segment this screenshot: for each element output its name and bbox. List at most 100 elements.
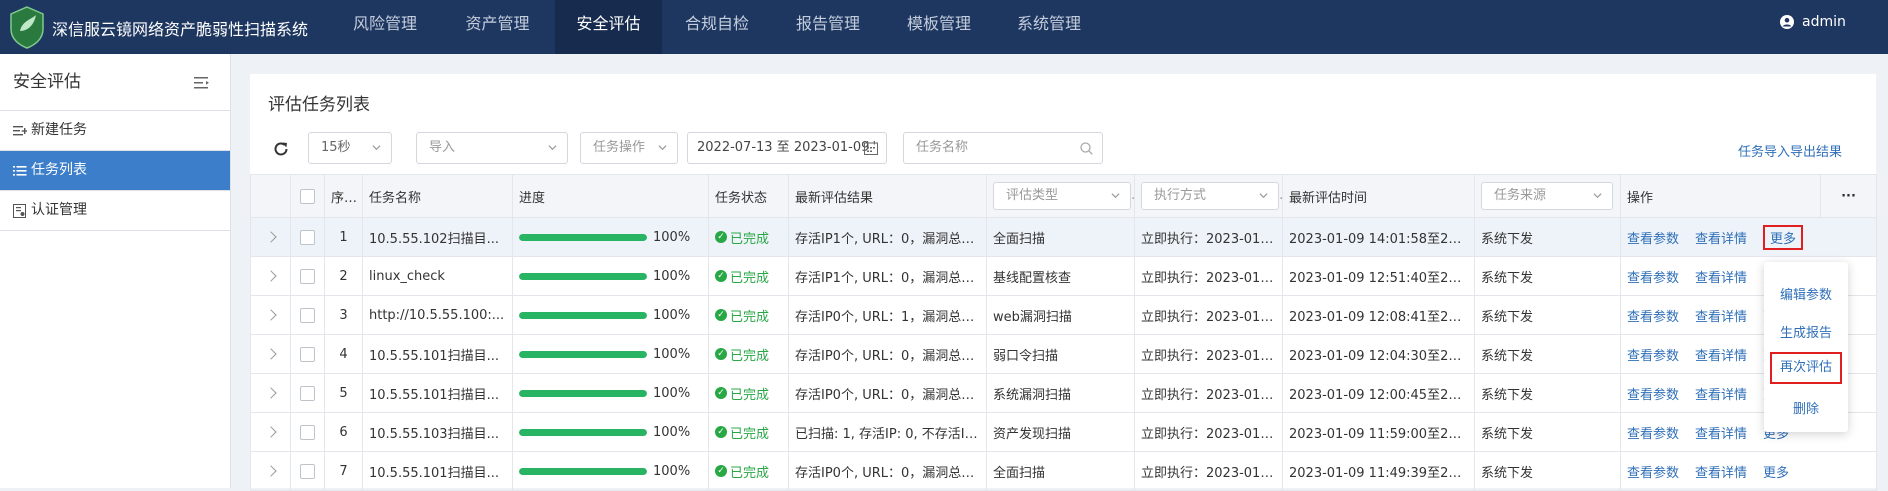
expand-row-toggle[interactable] [250, 334, 291, 374]
date-range-picker[interactable]: 2022-07-13 至 2023-01-09 [687, 132, 887, 164]
app-title: 深信服云镜网络资产脆弱性扫描系统 [52, 20, 309, 39]
table-row[interactable]: 6 10.5.55.103扫描目... 100% ✓ 已完成 已扫描: 1, 存活IP: … [250, 412, 1877, 452]
task-source-filter[interactable]: 任务来源 [1481, 182, 1613, 210]
assessment-type: 系统漏洞扫描 [986, 373, 1135, 413]
row-checkbox[interactable] [290, 334, 325, 374]
task-name: 10.5.55.101扫描目... [362, 451, 513, 491]
view-params-link[interactable]: 查看参数 [1627, 466, 1679, 481]
row-checkbox[interactable] [290, 217, 325, 257]
row-no: 5 [324, 373, 363, 413]
view-details-link[interactable]: 查看详情 [1695, 310, 1747, 325]
top-navigation-bar: 深信服云镜网络资产脆弱性扫描系统 风险管理 资产管理 安全评估 合规自检 报告管… [0, 0, 1888, 54]
table-row[interactable]: 7 10.5.55.101扫描目... 100% ✓ 已完成 存活IP0个, URL：0，… [250, 451, 1877, 491]
menu-item-delete[interactable]: 删除 [1764, 398, 1848, 417]
row-checkbox[interactable] [290, 373, 325, 413]
row-checkbox[interactable] [290, 412, 325, 452]
menu-item-edit-params[interactable]: 编辑参数 [1764, 284, 1848, 303]
sidebar-item-task-list[interactable]: 任务列表 [0, 151, 230, 191]
nav-risk-management[interactable]: 风险管理 [330, 0, 440, 54]
view-details-link[interactable]: 查看详情 [1695, 388, 1747, 403]
task-source: 系统下发 [1474, 373, 1621, 413]
task-table: 序号 任务名称 进度 任务状态 最新评估结果 评估类型 执行方式 最新评估时间 … [250, 174, 1877, 491]
sidebar-item-label: 新建任务 [31, 122, 87, 138]
task-name-search[interactable]: 任务名称 [903, 132, 1103, 164]
view-details-link[interactable]: 查看详情 [1695, 466, 1747, 481]
nav-security-assessment[interactable]: 安全评估 [555, 0, 662, 54]
refresh-interval-select[interactable]: 15秒 [308, 132, 392, 164]
menu-item-generate-report[interactable]: 生成报告 [1764, 322, 1848, 341]
view-params-link[interactable]: 查看参数 [1627, 310, 1679, 325]
view-params-link[interactable]: 查看参数 [1627, 271, 1679, 286]
check-circle-icon: ✓ [715, 270, 727, 282]
progress-bar [519, 467, 647, 475]
view-params-link[interactable]: 查看参数 [1627, 349, 1679, 364]
check-circle-icon: ✓ [715, 387, 727, 399]
expand-row-toggle[interactable] [250, 451, 291, 491]
task-name: 10.5.55.101扫描目... [362, 334, 513, 374]
row-checkbox[interactable] [290, 295, 325, 335]
select-all-checkbox[interactable] [290, 174, 325, 218]
chevron-down-icon [1593, 193, 1602, 199]
assessment-type-filter[interactable]: 评估类型 [993, 182, 1131, 210]
view-details-link[interactable]: 查看详情 [1695, 427, 1747, 442]
column-settings-button[interactable]: ··· [1820, 174, 1877, 218]
user-menu[interactable]: admin [1780, 14, 1846, 30]
nav-system-management[interactable]: 系统管理 [994, 0, 1104, 54]
table-row[interactable]: 3 http://10.5.55.100:... 100% ✓ 已完成 存活IP0个, U… [250, 295, 1877, 335]
latest-time: 2023-01-09 12:08:41至2023-0... [1282, 295, 1475, 335]
task-name: 10.5.55.101扫描目... [362, 373, 513, 413]
expand-row-toggle[interactable] [250, 256, 291, 296]
status-cell: ✓ 已完成 [708, 373, 789, 413]
table-row[interactable]: 5 10.5.55.101扫描目... 100% ✓ 已完成 存活IP0个, URL：0，… [250, 373, 1877, 413]
view-details-link[interactable]: 查看详情 [1695, 349, 1747, 364]
expand-row-toggle[interactable] [250, 217, 291, 257]
latest-result: 已扫描: 1, 存活IP: 0, 不存活IP: ... [788, 412, 987, 452]
status-cell: ✓ 已完成 [708, 412, 789, 452]
menu-item-reassess[interactable]: 再次评估 [1770, 352, 1842, 384]
task-operation-select[interactable]: 任务操作 [580, 132, 678, 164]
progress-bar [519, 389, 647, 397]
table-row[interactable]: 4 10.5.55.101扫描目... 100% ✓ 已完成 存活IP0个, URL：0，… [250, 334, 1877, 374]
more-button[interactable]: 更多 [1763, 466, 1789, 481]
more-button[interactable]: 更多 [1763, 224, 1804, 250]
check-circle-icon: ✓ [715, 426, 727, 438]
nav-compliance-check[interactable]: 合规自检 [662, 0, 772, 54]
import-select[interactable]: 导入 [416, 132, 568, 164]
assessment-type: 弱口令扫描 [986, 334, 1135, 374]
view-details-link[interactable]: 查看详情 [1695, 271, 1747, 286]
task-source: 系统下发 [1474, 217, 1621, 257]
nav-asset-management[interactable]: 资产管理 [440, 0, 555, 54]
view-params-link[interactable]: 查看参数 [1627, 388, 1679, 403]
progress-value: 100% [653, 463, 691, 479]
status-badge: 已完成 [730, 348, 770, 364]
view-params-link[interactable]: 查看参数 [1627, 232, 1679, 247]
row-checkbox[interactable] [290, 256, 325, 296]
sidebar-item-auth-management[interactable]: 认证管理 [0, 191, 230, 231]
table-row[interactable]: 1 10.5.55.102扫描目... 100% ✓ 已完成 存活IP1个, URL：0，… [250, 217, 1877, 257]
sidebar-item-new-task[interactable]: 新建任务 [0, 111, 230, 151]
execution-mode-filter[interactable]: 执行方式 [1141, 182, 1279, 210]
chevron-right-icon [264, 347, 277, 360]
progress-cell: 100% [512, 256, 709, 296]
header-operations: 操作 [1620, 174, 1821, 218]
table-row[interactable]: 2 linux_check 100% ✓ 已完成 存活IP1个, URL：0，漏洞总数4.… [250, 256, 1877, 296]
progress-cell: 100% [512, 412, 709, 452]
refresh-icon[interactable] [272, 140, 290, 158]
nav-report-management[interactable]: 报告管理 [772, 0, 884, 54]
header-execution-mode: 执行方式 [1134, 174, 1283, 218]
nav-template-management[interactable]: 模板管理 [884, 0, 994, 54]
expand-row-toggle[interactable] [250, 373, 291, 413]
view-params-link[interactable]: 查看参数 [1627, 427, 1679, 442]
row-checkbox[interactable] [290, 451, 325, 491]
view-details-link[interactable]: 查看详情 [1695, 232, 1747, 247]
expand-row-toggle[interactable] [250, 295, 291, 335]
check-circle-icon: ✓ [715, 231, 727, 243]
task-import-export-results-link[interactable]: 任务导入导出结果 [1738, 141, 1842, 160]
task-name: 10.5.55.103扫描目... [362, 412, 513, 452]
latest-time: 2023-01-09 12:00:45至2023-0... [1282, 373, 1475, 413]
page-title: 评估任务列表 [268, 95, 370, 115]
header-progress: 进度 [512, 174, 709, 218]
operations-cell: 查看参数 查看详情 更多 [1620, 451, 1877, 491]
collapse-menu-icon[interactable] [194, 76, 210, 90]
expand-row-toggle[interactable] [250, 412, 291, 452]
